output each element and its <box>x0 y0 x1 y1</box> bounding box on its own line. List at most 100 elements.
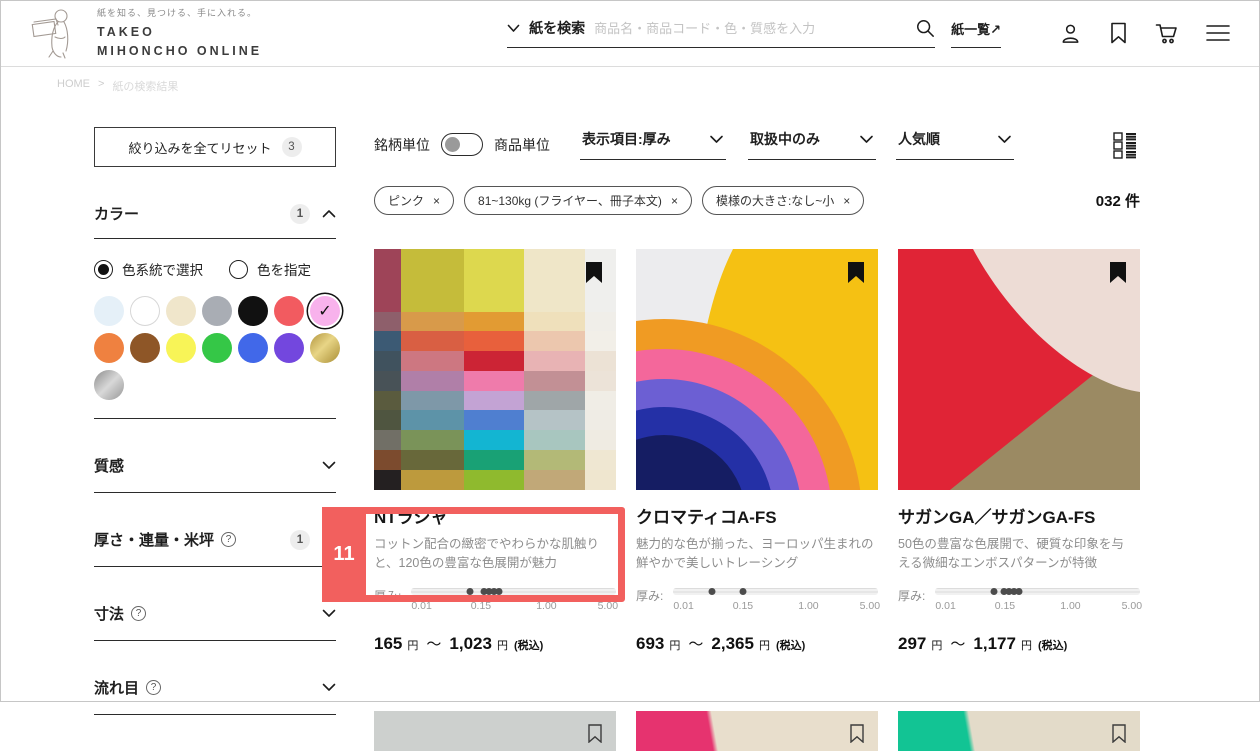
help-icon[interactable]: ? <box>146 680 162 695</box>
color-swatch[interactable]: ✓ <box>310 296 340 326</box>
search-bar[interactable]: 紙を検索 <box>507 18 936 48</box>
help-icon[interactable]: ? <box>131 606 147 621</box>
product-card[interactable]: クロマティコA-FS 魅力的な色が揃った、ヨーロッパ生まれの鮮やかで美しいトレー… <box>636 249 880 654</box>
product-card-partial[interactable] <box>898 710 1140 751</box>
product-title[interactable]: クロマティコA-FS <box>636 503 878 528</box>
bookmark-outline-icon[interactable] <box>850 724 864 743</box>
filter-section-size: 寸法 ? <box>94 603 336 641</box>
product-title[interactable]: NTラシャ <box>374 503 616 528</box>
color-swatch[interactable] <box>238 333 268 363</box>
radio-specify-color[interactable]: 色を指定 <box>229 259 311 279</box>
thickness-tick-label: 5.00 <box>1121 599 1143 612</box>
bookmark-filled-icon[interactable] <box>586 262 602 283</box>
color-swatch[interactable] <box>94 333 124 363</box>
bookmark-outline-icon[interactable] <box>1112 724 1126 743</box>
bookmark-filled-icon[interactable] <box>1110 262 1126 283</box>
product-card-partial[interactable] <box>636 710 878 751</box>
bookmark-filled-icon[interactable] <box>848 262 864 283</box>
color-swatch-grid: ✓ <box>94 296 346 400</box>
product-card-partial[interactable] <box>374 710 616 751</box>
reset-filters-button[interactable]: 絞り込みを全てリセット 3 <box>94 127 336 167</box>
remove-chip-icon[interactable]: × <box>671 194 678 208</box>
color-swatch[interactable] <box>166 333 196 363</box>
color-swatch[interactable] <box>202 333 232 363</box>
filter-section-texture-header[interactable]: 質感 <box>94 455 336 476</box>
thickness-label: 厚み: <box>898 588 926 603</box>
dropdown-display-item[interactable]: 表示項目:厚み <box>580 129 726 160</box>
remove-chip-icon[interactable]: × <box>843 194 850 208</box>
search-icon[interactable] <box>915 18 935 38</box>
help-icon[interactable]: ? <box>221 532 237 547</box>
reset-count-badge: 3 <box>281 137 302 157</box>
product-card[interactable]: NTラシャ コットン配合の緻密でやわらかな肌触りと、120色の豊富な色展開が魅力… <box>374 249 618 654</box>
product-image[interactable] <box>898 249 1140 490</box>
bookmark-icon[interactable] <box>1109 22 1128 44</box>
color-swatch[interactable] <box>166 296 196 326</box>
thickness-tick-label: 1.00 <box>798 599 819 612</box>
thickness-scale: 0.01 0.15 1.00 5.00 <box>673 586 880 616</box>
result-count: 032 件 <box>1095 193 1140 210</box>
color-swatch[interactable] <box>274 333 304 363</box>
product-title[interactable]: サガンGA／サガンGA-FS <box>898 503 1140 528</box>
product-image[interactable] <box>636 249 878 490</box>
external-arrow-icon: ↗ <box>990 22 1002 37</box>
thickness-tick-label: 0.15 <box>994 599 1016 612</box>
chevron-up-icon <box>322 210 336 218</box>
thickness-dot <box>466 587 474 595</box>
search-label: 紙を検索 <box>529 20 586 36</box>
thickness-dot <box>495 587 503 595</box>
toggle-knob <box>445 136 460 152</box>
filter-section-color-header[interactable]: カラー 1 <box>94 203 336 238</box>
filter-chip-weight[interactable]: 81~130kg (フライヤー、冊子本文) × <box>464 186 692 215</box>
filter-section-thickness: 厚さ・連量・米坪 ? 1 <box>94 529 336 567</box>
site-logo[interactable]: 紙を知る、見つける、手に入れる。 TAKEO MIHONCHO ONLINE <box>25 6 262 59</box>
filter-section-size-header[interactable]: 寸法 ? <box>94 603 336 624</box>
filter-sidebar: 絞り込みを全てリセット 3 カラー 1 色系統で選択 色を指定 ✓ 質感 厚さ・… <box>94 94 340 751</box>
filter-chip-pattern[interactable]: 模様の大きさ:なし~小 × <box>701 186 865 215</box>
filter-chip-pink[interactable]: ピンク × <box>374 186 455 215</box>
product-image[interactable] <box>374 249 616 490</box>
list-view-toggle-icon[interactable] <box>1110 130 1140 160</box>
chevron-down-icon <box>322 535 336 543</box>
color-swatch[interactable] <box>94 370 124 400</box>
thickness-tick-label: 0.01 <box>411 599 432 612</box>
filter-section-grain-header[interactable]: 流れ目 ? <box>94 677 336 698</box>
color-swatch[interactable] <box>202 296 232 326</box>
radio-color-family[interactable]: 色系統で選択 <box>94 259 203 279</box>
remove-chip-icon[interactable]: × <box>433 194 440 208</box>
color-swatch[interactable] <box>130 296 160 326</box>
filter-section-grain: 流れ目 ? <box>94 677 336 715</box>
color-swatch[interactable] <box>130 333 160 363</box>
dropdown-sort-popularity[interactable]: 人気順 <box>896 129 1014 160</box>
price-range: 297 円 〜 1,177 円 (税込) <box>898 633 1068 653</box>
thickness-dot <box>708 587 716 595</box>
color-swatch[interactable] <box>310 333 340 363</box>
header: 紙を知る、見つける、手に入れる。 TAKEO MIHONCHO ONLINE 紙… <box>0 0 1260 67</box>
thickness-tick-label: 0.01 <box>935 599 956 612</box>
color-swatch[interactable] <box>94 296 124 326</box>
filter-section-thickness-header[interactable]: 厚さ・連量・米坪 ? 1 <box>94 529 336 550</box>
paper-list-link[interactable]: 紙一覧↗ <box>951 19 1002 48</box>
logo-illustration-icon <box>31 9 69 59</box>
check-icon: ✓ <box>318 303 332 320</box>
search-input[interactable] <box>594 20 907 36</box>
filter-section-color: カラー 1 色系統で選択 色を指定 ✓ <box>94 203 340 419</box>
breadcrumb: HOME > 紙の検索結果 <box>0 67 1260 94</box>
thickness-dot <box>739 587 747 595</box>
color-swatch[interactable] <box>274 296 304 326</box>
toggle-label-brand-unit: 銘柄単位 <box>374 136 430 153</box>
unit-toggle-switch[interactable] <box>441 133 483 156</box>
brand-name-bottom: MIHONCHO ONLINE <box>97 43 263 58</box>
color-swatch[interactable] <box>238 296 268 326</box>
chevron-down-icon <box>860 135 873 143</box>
product-card[interactable]: サガンGA／サガンGA-FS 50色の豊富な色展開で、硬質な印象を与える微細なエ… <box>898 249 1143 654</box>
user-icon[interactable] <box>1059 22 1082 45</box>
bookmark-outline-icon[interactable] <box>588 724 602 743</box>
cart-icon[interactable] <box>1155 22 1179 45</box>
breadcrumb-home[interactable]: HOME <box>57 78 90 94</box>
dropdown-in-stock[interactable]: 取扱中のみ <box>748 129 876 160</box>
thickness-dot <box>990 587 998 595</box>
thickness-scale: 0.01 0.15 1.00 5.00 <box>935 586 1143 616</box>
menu-icon[interactable] <box>1206 24 1230 42</box>
filter-section-texture: 質感 <box>94 455 336 493</box>
